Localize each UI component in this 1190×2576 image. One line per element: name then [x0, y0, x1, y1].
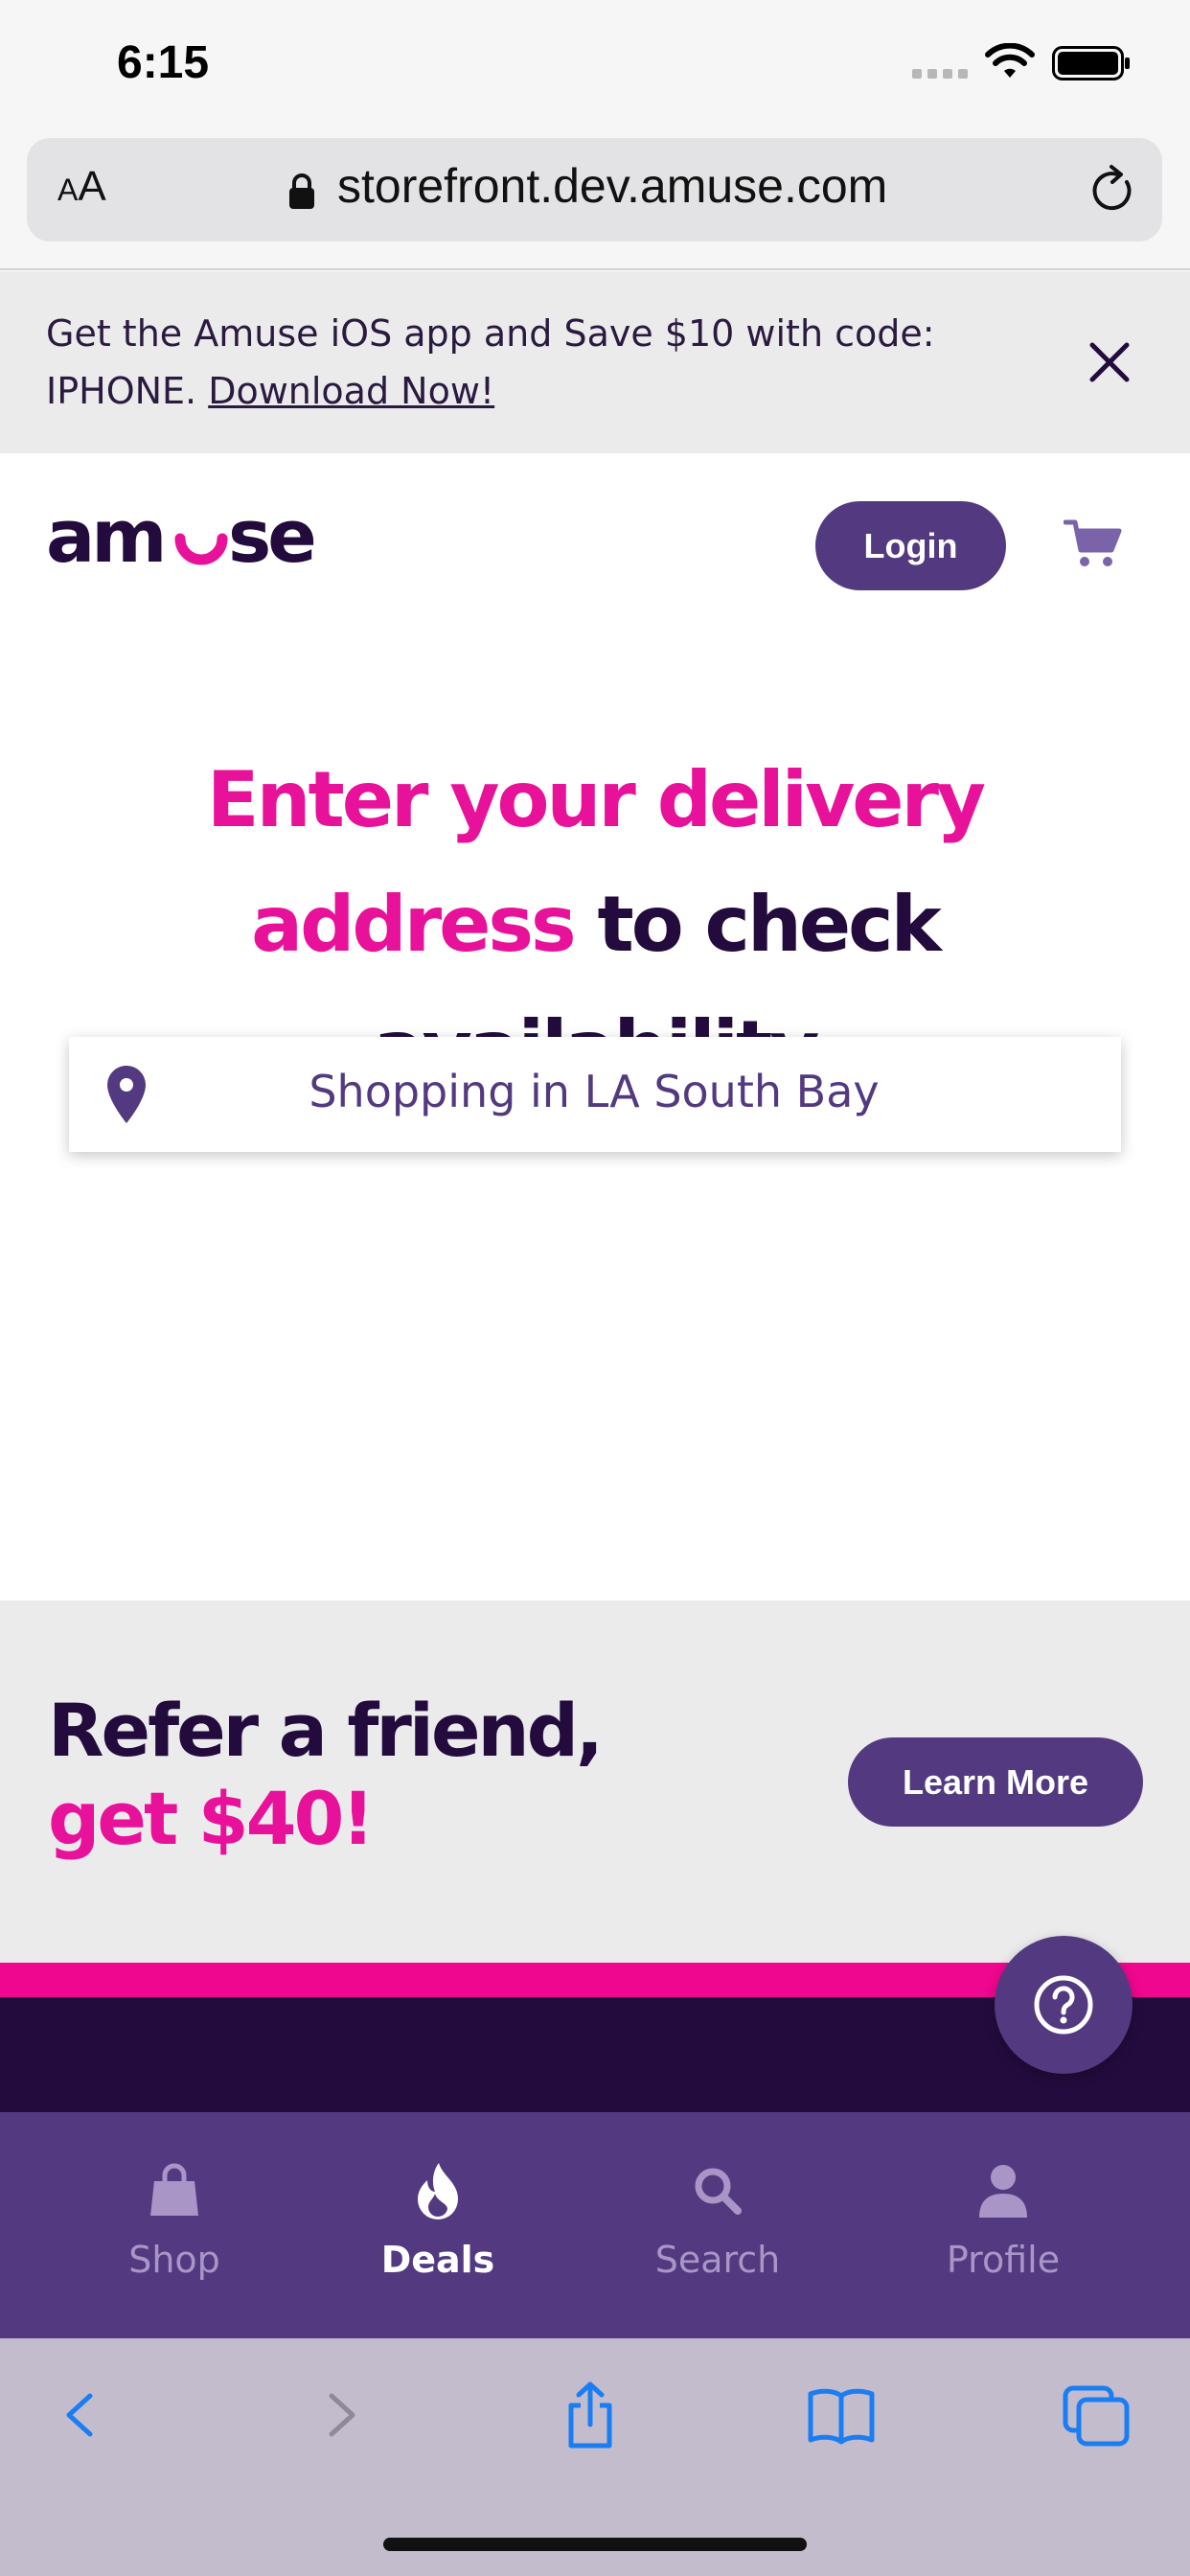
back-icon[interactable]: [46, 2380, 119, 2450]
tabs-icon[interactable]: [1060, 2380, 1133, 2450]
nav-shop[interactable]: Shop: [79, 2154, 270, 2298]
location-text[interactable]: Shopping in LA South Bay: [192, 1066, 996, 1117]
refer-line-2: get $40!: [48, 1776, 375, 1861]
search-icon: [695, 2168, 742, 2215]
flame-icon: [418, 2163, 458, 2220]
status-time: 6:15: [117, 37, 210, 88]
text-size-button[interactable]: AA: [57, 163, 106, 211]
refer-title: Refer a friend, get $40!: [48, 1687, 604, 1863]
nav-profile[interactable]: Profile: [907, 2154, 1099, 2298]
url-text[interactable]: storefront.dev.amuse.com: [337, 158, 887, 214]
bag-icon: [150, 2163, 198, 2216]
battery-icon: [1052, 46, 1130, 80]
cart-icon[interactable]: [1064, 518, 1123, 571]
question-icon: [1034, 1975, 1093, 2035]
nav-deals-label: Deals: [380, 2239, 495, 2281]
refer-line-1: Refer a friend,: [48, 1688, 604, 1773]
help-button[interactable]: [995, 1936, 1133, 2074]
person-icon: [979, 2165, 1027, 2218]
svg-text:am: am: [46, 498, 163, 575]
login-button[interactable]: Login: [815, 501, 1006, 590]
nav-deals[interactable]: Deals: [342, 2154, 534, 2298]
amuse-logo[interactable]: am se: [46, 498, 333, 575]
forward-icon[interactable]: [303, 2380, 376, 2450]
home-indicator: [383, 2538, 807, 2551]
reload-icon[interactable]: [1088, 163, 1136, 217]
app-promo-text: Get the Amuse iOS app and Save $10 with …: [46, 305, 966, 420]
download-now-link[interactable]: Download Now!: [208, 370, 494, 412]
nav-search[interactable]: Search: [622, 2154, 813, 2298]
bookmarks-icon[interactable]: [805, 2380, 878, 2450]
share-icon[interactable]: [554, 2380, 627, 2450]
lock-icon: [289, 173, 314, 209]
cellular-signal-icon: [912, 69, 968, 79]
wifi-icon: [985, 43, 1035, 78]
svg-text:se: se: [228, 498, 313, 575]
nav-search-label: Search: [654, 2239, 781, 2281]
close-icon[interactable]: [1085, 337, 1134, 387]
learn-more-button[interactable]: Learn More: [848, 1737, 1143, 1827]
nav-shop-label: Shop: [128, 2239, 220, 2281]
location-pin-icon: [107, 1066, 146, 1123]
nav-profile-label: Profile: [946, 2239, 1061, 2281]
